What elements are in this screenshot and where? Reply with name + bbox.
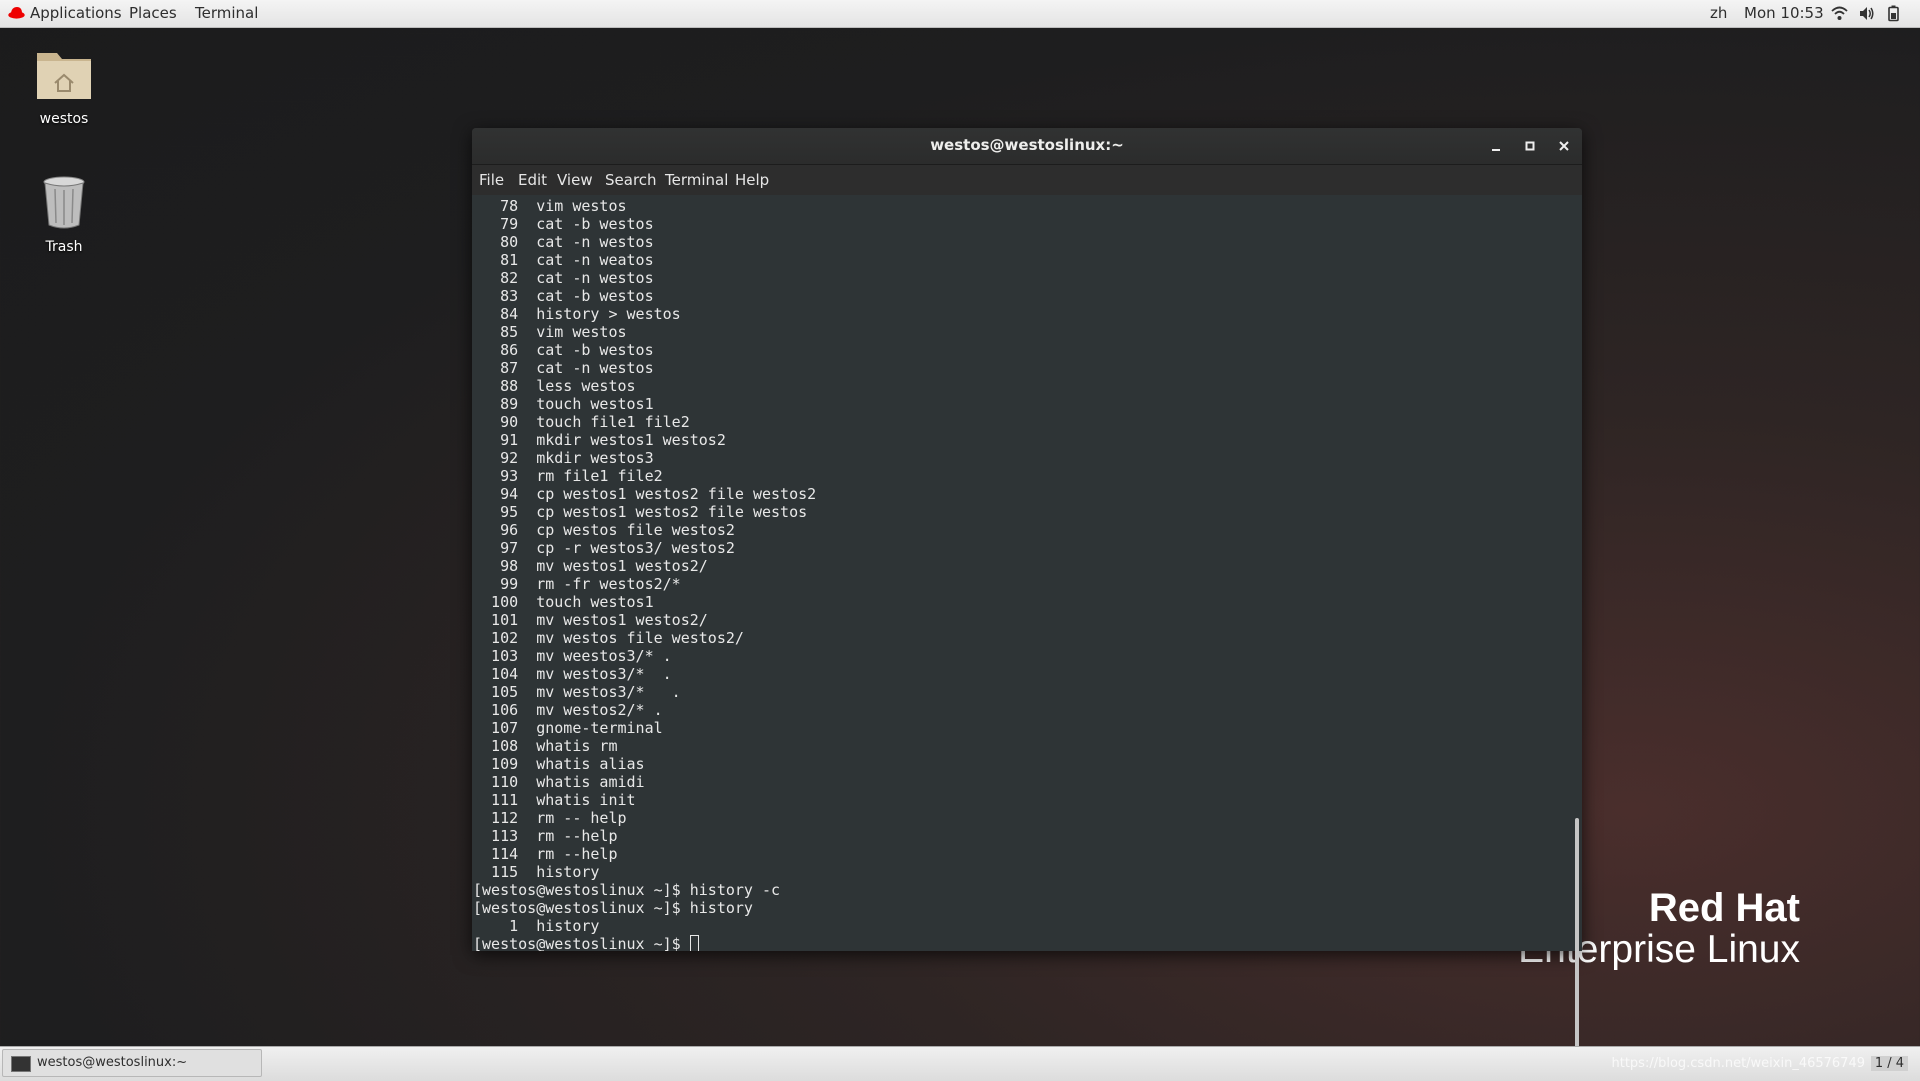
terminal-lines: 78 vim westos 79 cat -b westos 80 cat -n… [473,197,816,951]
applications-menu[interactable]: Applications [30,4,122,22]
terminal-line: 84 history > westos [473,305,681,323]
terminal-line: 88 less westos [473,377,636,395]
scrollbar-thumb[interactable] [1575,818,1579,1076]
input-language-indicator[interactable]: zh [1710,4,1727,22]
terminal-line: 102 mv westos file westos2/ [473,629,744,647]
terminal-line: 83 cat -b westos [473,287,654,305]
window-title: westos@westoslinux:~ [930,136,1124,154]
maximize-icon [1525,141,1535,151]
terminal-line: 103 mv weestos3/* . [473,647,672,665]
terminal-line: 90 touch file1 file2 [473,413,690,431]
terminal-line: 107 gnome-terminal [473,719,663,737]
terminal-scrollbar[interactable] [1572,195,1582,1076]
terminal-line: 104 mv westos3/* . [473,665,672,683]
top-panel: Applications Places Terminal zh Mon 10:5… [0,0,1920,28]
terminal-line: 1 history [473,917,600,935]
terminal-app-menu[interactable]: Terminal [195,4,258,22]
redhat-logo-icon [8,7,25,19]
terminal-prompt-line[interactable]: [westos@westoslinux ~]$ [473,935,816,951]
terminal-cursor [689,935,699,951]
bottom-panel: westos@westoslinux:~ https://blog.csdn.n… [0,1046,1920,1081]
terminal-output[interactable]: 78 vim westos 79 cat -b westos 80 cat -n… [472,195,1572,951]
terminal-line: 106 mv westos2/* . [473,701,663,719]
desktop-icon-trash[interactable]: Trash [9,173,119,255]
taskbar-item-label: westos@westoslinux:~ [37,1055,188,1070]
terminal-line: 79 cat -b westos [473,215,654,233]
wifi-icon[interactable] [1831,5,1848,22]
close-icon [1559,141,1569,151]
terminal-line: 114 rm --help [473,845,618,863]
terminal-line: 105 mv westos3/* . [473,683,681,701]
terminal-line: 115 history [473,863,600,881]
window-menubar: File Edit View Search Terminal Help [472,165,1582,195]
desktop-icon-home[interactable]: westos [9,45,119,127]
terminal-window[interactable]: westos@westoslinux:~ File Edit View Sear… [472,128,1582,1076]
window-titlebar[interactable]: westos@westoslinux:~ [472,128,1582,165]
terminal-line: 111 whatis init [473,791,636,809]
terminal-line: 108 whatis rm [473,737,618,755]
menu-view[interactable]: View [557,171,593,189]
terminal-line: 94 cp westos1 westos2 file westos2 [473,485,817,503]
battery-icon[interactable] [1885,5,1902,22]
terminal-line: [westos@westoslinux ~]$ history -c [473,881,781,899]
close-button[interactable] [1554,136,1574,156]
terminal-line: 98 mv westos1 westos2/ [473,557,708,575]
brand-line-1: Red Hat [1648,886,1800,930]
terminal-line: 92 mkdir westos3 [473,449,654,467]
menu-help[interactable]: Help [735,171,769,189]
maximize-button[interactable] [1520,136,1540,156]
terminal-line: 100 touch westos1 [473,593,654,611]
menu-search[interactable]: Search [605,171,657,189]
menu-terminal[interactable]: Terminal [665,171,728,189]
terminal-line: 95 cp westos1 westos2 file westos [473,503,808,521]
menu-file[interactable]: File [479,171,504,189]
clock[interactable]: Mon 10:53 [1744,4,1824,22]
trash-icon [43,176,85,229]
terminal-line: 109 whatis alias [473,755,645,773]
terminal-line: 78 vim westos [473,197,627,215]
terminal-line: 113 rm --help [473,827,618,845]
terminal-line: 99 rm -fr westos2/* [473,575,681,593]
terminal-line: 96 cp westos file westos2 [473,521,735,539]
home-folder-icon [37,53,91,99]
places-menu[interactable]: Places [129,4,177,22]
terminal-line: 91 mkdir westos1 westos2 [473,431,726,449]
terminal-line: 97 cp -r westos3/ westos2 [473,539,735,557]
terminal-line: [westos@westoslinux ~]$ history [473,899,753,917]
terminal-line: 82 cat -n westos [473,269,654,287]
volume-icon[interactable] [1858,5,1875,22]
terminal-line: 86 cat -b westos [473,341,654,359]
terminal-line: 87 cat -n westos [473,359,654,377]
terminal-line: 80 cat -n westos [473,233,654,251]
workspace-indicator[interactable]: 1 / 4 [1870,1056,1908,1071]
terminal-line: 101 mv westos1 westos2/ [473,611,708,629]
minimize-button[interactable] [1486,136,1506,156]
terminal-line: 85 vim westos [473,323,627,341]
minimize-icon [1492,149,1500,151]
taskbar-item-terminal[interactable]: westos@westoslinux:~ [2,1049,262,1077]
terminal-line: 93 rm file1 file2 [473,467,663,485]
terminal-prompt: [westos@westoslinux ~]$ [473,935,690,951]
terminal-line: 89 touch westos1 [473,395,654,413]
terminal-icon [11,1056,31,1072]
menu-edit[interactable]: Edit [518,171,547,189]
terminal-line: 110 whatis amidi [473,773,645,791]
terminal-line: 81 cat -n weatos [473,251,654,269]
desktop-icon-label: westos [39,111,89,127]
terminal-line: 112 rm -- help [473,809,627,827]
url-watermark: https://blog.csdn.net/weixin_46576749 [1611,1056,1865,1071]
desktop-icon-label: Trash [45,239,83,255]
